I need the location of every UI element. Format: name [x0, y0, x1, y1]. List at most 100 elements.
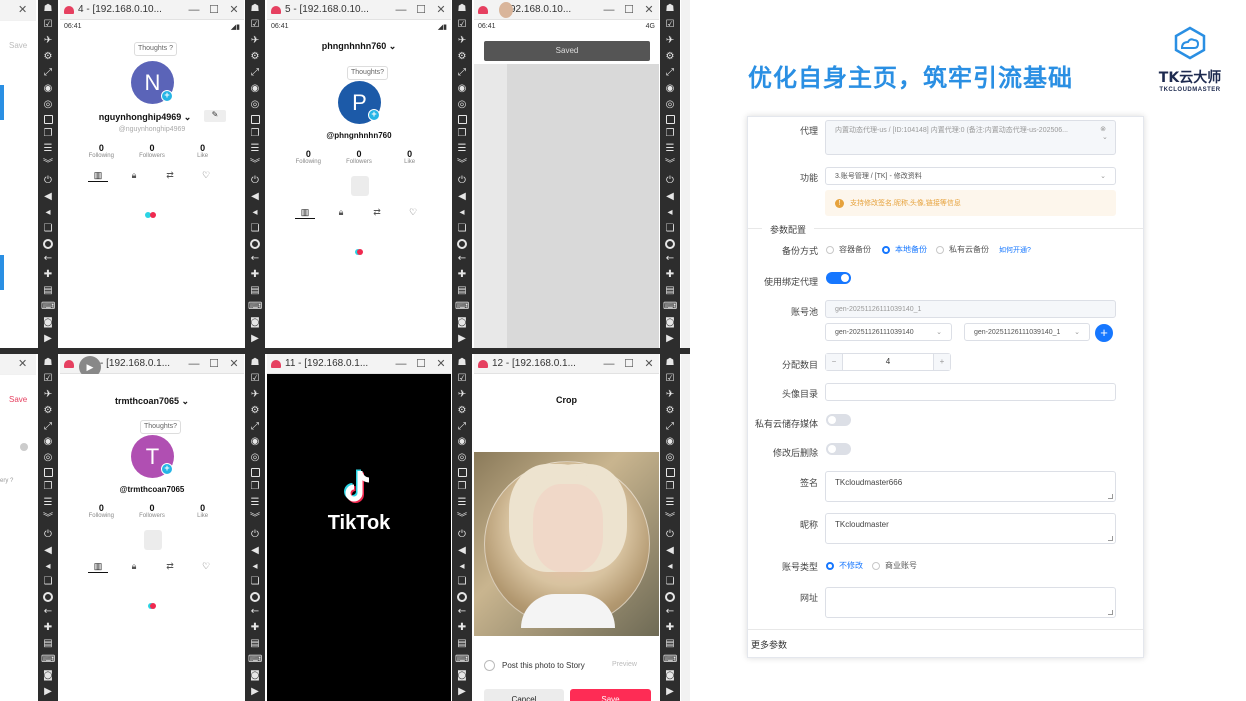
add-avatar-icon[interactable]: +	[161, 463, 173, 475]
avatar-dir-input[interactable]	[825, 383, 1116, 401]
volume-up-icon[interactable]: ◀	[455, 191, 469, 203]
close-icon[interactable]: ✕	[224, 357, 244, 370]
message-icon[interactable]: ▤	[455, 638, 469, 650]
copy-icon[interactable]: ❐	[248, 481, 262, 493]
settings-icon[interactable]: ⚙	[455, 51, 469, 63]
record-icon[interactable]: ▶	[41, 333, 55, 345]
home-icon[interactable]	[665, 592, 675, 603]
window-icon[interactable]	[43, 468, 53, 478]
recent-apps-icon[interactable]: ❏	[248, 223, 262, 235]
add-icon[interactable]: ✚	[663, 622, 677, 634]
camera-icon[interactable]: ◙	[248, 317, 262, 329]
recent-apps-icon[interactable]: ❏	[455, 223, 469, 235]
add-pool-button[interactable]: +	[1095, 324, 1113, 342]
keyboard-icon[interactable]: ⌨	[41, 654, 55, 666]
add-icon[interactable]: ✚	[663, 269, 677, 281]
function-select[interactable]: 3.账号管理 / [TK] - 修改资料 ⌄	[825, 167, 1116, 185]
fullscreen-icon[interactable]: ⤢	[663, 67, 677, 79]
layers-icon[interactable]: ☰	[41, 143, 55, 155]
save-link-faded[interactable]: Save	[9, 41, 27, 50]
window-icon[interactable]	[665, 114, 675, 124]
keyboard-icon[interactable]: ⌨	[41, 301, 55, 313]
back-icon[interactable]: ←	[248, 253, 262, 265]
power-icon[interactable]: ⏻	[455, 175, 469, 187]
close-icon[interactable]: ✕	[431, 3, 451, 16]
minimize-icon[interactable]: —	[184, 4, 204, 16]
crop-circle[interactable]	[484, 461, 650, 628]
checkbox-icon[interactable]: ☑	[41, 19, 55, 31]
volume-up-icon[interactable]: ◀	[248, 191, 262, 203]
layers-icon[interactable]: ☰	[248, 143, 262, 155]
add-avatar-icon[interactable]: +	[161, 90, 173, 102]
clear-icon[interactable]: ⊗	[1096, 125, 1106, 133]
copy-icon[interactable]: ❐	[663, 481, 677, 493]
fullscreen-icon[interactable]: ⤢	[663, 421, 677, 433]
photo-crop-area[interactable]	[474, 452, 659, 636]
volume-down-icon[interactable]: ◂	[41, 561, 55, 573]
checkbox-icon[interactable]: ☑	[455, 373, 469, 385]
minimize-icon[interactable]: —	[599, 358, 619, 370]
close-icon[interactable]: ✕	[0, 0, 36, 20]
add-avatar-icon[interactable]: +	[368, 109, 380, 121]
proxy-select[interactable]: 内置动态代理-us / [ID:104148] 内置代理:0 (备注:内置动态代…	[825, 120, 1116, 155]
layers-icon[interactable]: ☰	[663, 143, 677, 155]
multi-user-icon[interactable]: ☗	[455, 3, 469, 15]
checkbox-icon[interactable]: ☑	[663, 19, 677, 31]
eye-off-icon[interactable]: ◎	[41, 452, 55, 464]
keyboard-icon[interactable]: ⌨	[455, 301, 469, 313]
airplane-icon[interactable]: ✈	[248, 389, 262, 401]
copy-icon[interactable]: ❐	[248, 128, 262, 140]
eye-off-icon[interactable]: ◎	[663, 99, 677, 111]
airplane-icon[interactable]: ✈	[41, 35, 55, 47]
repost-tab-icon[interactable]: ⇄	[367, 207, 387, 219]
home-icon[interactable]	[250, 592, 260, 603]
home-icon[interactable]	[457, 592, 467, 603]
back-icon[interactable]: ←	[41, 606, 55, 618]
repost-tab-icon[interactable]: ⇄	[160, 170, 180, 182]
record-icon[interactable]: ▶	[248, 333, 262, 345]
close-icon[interactable]: ✕	[431, 357, 451, 370]
recent-apps-icon[interactable]: ❏	[41, 223, 55, 235]
username-dropdown[interactable]: phngnhnhn760 ⌄	[267, 41, 451, 52]
eye-icon[interactable]: ◉	[663, 83, 677, 95]
eye-icon[interactable]: ◉	[455, 436, 469, 448]
airplane-icon[interactable]: ✈	[663, 389, 677, 401]
collapse-icon[interactable]: ︾	[455, 159, 469, 171]
home-icon[interactable]	[665, 239, 675, 250]
fullscreen-icon[interactable]: ⤢	[455, 67, 469, 79]
record-icon[interactable]: ▶	[663, 686, 677, 698]
record-icon[interactable]: ▶	[41, 686, 55, 698]
eye-off-icon[interactable]: ◎	[663, 452, 677, 464]
message-icon[interactable]: ▤	[41, 285, 55, 297]
minimize-icon[interactable]: —	[184, 358, 204, 370]
volume-up-icon[interactable]: ◀	[41, 545, 55, 557]
repost-tab-icon[interactable]: ⇄	[160, 561, 180, 573]
airplane-icon[interactable]: ✈	[41, 389, 55, 401]
volume-down-icon[interactable]: ◂	[455, 561, 469, 573]
record-icon[interactable]: ▶	[455, 333, 469, 345]
maximize-icon[interactable]: ☐	[619, 357, 639, 370]
clear-icon[interactable]	[20, 443, 28, 451]
more-params-toggle[interactable]: 更多参数	[751, 638, 787, 651]
volume-down-icon[interactable]: ◂	[248, 207, 262, 219]
checkbox-icon[interactable]: ☑	[663, 373, 677, 385]
copy-icon[interactable]: ❐	[41, 481, 55, 493]
keyboard-icon[interactable]: ⌨	[248, 654, 262, 666]
power-icon[interactable]: ⏻	[455, 529, 469, 541]
close-icon[interactable]: ✕	[639, 3, 659, 16]
liked-tab-icon[interactable]: ♡	[403, 207, 423, 219]
window-icon[interactable]	[43, 114, 53, 124]
airplane-icon[interactable]: ✈	[455, 35, 469, 47]
power-icon[interactable]: ⏻	[663, 529, 677, 541]
thoughts-bubble[interactable]: Thoughts ?	[134, 42, 178, 56]
eye-icon[interactable]: ◉	[663, 436, 677, 448]
window-titlebar[interactable]: 92.168.0.10... — ☐ ✕	[474, 0, 659, 20]
eye-icon[interactable]: ◉	[455, 83, 469, 95]
window-titlebar[interactable]: 4 - [192.168.0.10... — ☐ ✕	[60, 0, 244, 20]
volume-up-icon[interactable]: ◀	[455, 545, 469, 557]
videos-tab-icon[interactable]: ▥	[88, 170, 108, 182]
camera-icon[interactable]: ◙	[41, 670, 55, 682]
account-pool-field[interactable]: gen-20251126111039140_1	[825, 300, 1116, 318]
lock-tab-icon[interactable]: 🔒︎	[124, 561, 144, 573]
recent-apps-icon[interactable]: ❏	[248, 576, 262, 588]
